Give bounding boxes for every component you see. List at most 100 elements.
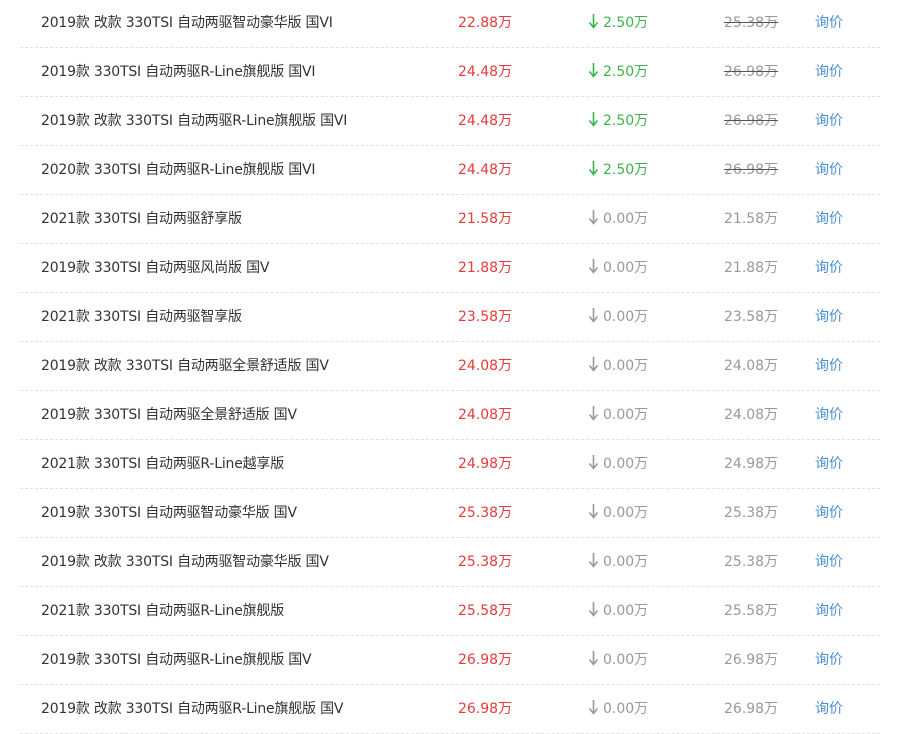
price-drop: 2.50万 [588,146,678,194]
model-name: 2021款 330TSI 自动两驱智享版 [41,309,242,325]
price-drop-amount: 2.50万 [603,64,649,80]
price-drop: 2.50万 [588,48,678,96]
inquire-price-link[interactable]: 询价 [815,97,855,145]
price-drop: 0.00万 [588,391,678,439]
model-name: 2021款 330TSI 自动两驱R-Line旗舰版 [41,603,285,619]
model-name: 2019款 改款 330TSI 自动两驱R-Line旗舰版 国VI [41,113,348,129]
dealer-price: 25.38万 [458,554,513,570]
dealer-price: 26.98万 [458,652,513,668]
arrow-down-icon [588,602,599,617]
inquire-price-link[interactable]: 询价 [815,636,855,684]
arrow-down-icon [588,63,599,78]
price-drop: 0.00万 [588,440,678,488]
inquire-price-link[interactable]: 询价 [815,391,855,439]
table-row: 2019款 改款 330TSI 自动两驱R-Line旗舰版 国VI 24.48万… [20,97,880,146]
inquire-price-link[interactable]: 询价 [815,195,855,243]
arrow-down-icon [588,553,599,568]
inquire-price-link[interactable]: 询价 [815,489,855,537]
guide-price: 26.98万 [724,701,779,717]
guide-price: 23.58万 [724,309,779,325]
price-drop-amount: 0.00万 [603,309,649,325]
model-name: 2019款 330TSI 自动两驱全景舒适版 国V [41,407,297,423]
table-row: 2019款 330TSI 自动两驱智动豪华版 国V 25.38万 0.00万 2… [20,489,880,538]
model-name: 2019款 330TSI 自动两驱风尚版 国V [41,260,270,276]
guide-price: 21.88万 [724,260,779,276]
inquire-price-link[interactable]: 询价 [815,244,855,292]
price-drop-amount: 0.00万 [603,505,649,521]
inquire-price-link[interactable]: 询价 [815,146,855,194]
price-drop: 0.00万 [588,587,678,635]
dealer-price: 25.58万 [458,603,513,619]
model-name: 2019款 330TSI 自动两驱R-Line旗舰版 国V [41,652,312,668]
dealer-price: 24.98万 [458,456,513,472]
model-name: 2019款 改款 330TSI 自动两驱全景舒适版 国V [41,358,329,374]
price-drop-amount: 0.00万 [603,456,649,472]
model-name: 2019款 改款 330TSI 自动两驱智动豪华版 国V [41,554,329,570]
price-drop-amount: 0.00万 [603,260,649,276]
price-drop: 2.50万 [588,0,678,47]
table-row: 2020款 330TSI 自动两驱R-Line旗舰版 国VI 24.48万 2.… [20,146,880,195]
guide-price: 26.98万 [724,113,779,129]
table-row: 2021款 330TSI 自动两驱智享版 23.58万 0.00万 23.58万… [20,293,880,342]
guide-price: 26.98万 [724,162,779,178]
guide-price: 24.08万 [724,358,779,374]
arrow-down-icon [588,406,599,421]
dealer-price: 24.48万 [458,113,513,129]
price-drop: 0.00万 [588,489,678,537]
arrow-down-icon [588,308,599,323]
dealer-price: 24.08万 [458,407,513,423]
model-name: 2020款 330TSI 自动两驱R-Line旗舰版 国VI [41,162,316,178]
inquire-price-link[interactable]: 询价 [815,587,855,635]
table-row: 2019款 330TSI 自动两驱全景舒适版 国V 24.08万 0.00万 2… [20,391,880,440]
table-row: 2019款 改款 330TSI 自动两驱智动豪华版 国V 25.38万 0.00… [20,538,880,587]
table-row: 2019款 改款 330TSI 自动两驱R-Line旗舰版 国V 26.98万 … [20,685,880,734]
price-drop-amount: 2.50万 [603,15,649,31]
model-name: 2021款 330TSI 自动两驱舒享版 [41,211,242,227]
dealer-price: 24.08万 [458,358,513,374]
arrow-down-icon [588,210,599,225]
arrow-down-icon [588,504,599,519]
price-drop-amount: 0.00万 [603,652,649,668]
price-drop-amount: 0.00万 [603,407,649,423]
price-drop-amount: 0.00万 [603,603,649,619]
inquire-price-link[interactable]: 询价 [815,342,855,390]
table-row: 2019款 330TSI 自动两驱R-Line旗舰版 国V 26.98万 0.0… [20,636,880,685]
inquire-price-link[interactable]: 询价 [815,293,855,341]
guide-price: 24.98万 [724,456,779,472]
guide-price: 25.58万 [724,603,779,619]
price-drop: 0.00万 [588,342,678,390]
inquire-price-link[interactable]: 询价 [815,538,855,586]
dealer-price: 21.88万 [458,260,513,276]
table-row: 2021款 330TSI 自动两驱R-Line越享版 24.98万 0.00万 … [20,440,880,489]
guide-price: 25.38万 [724,505,779,521]
price-drop: 0.00万 [588,293,678,341]
guide-price: 25.38万 [724,554,779,570]
inquire-price-link[interactable]: 询价 [815,48,855,96]
model-name: 2019款 改款 330TSI 自动两驱R-Line旗舰版 国V [41,701,344,717]
arrow-down-icon [588,112,599,127]
guide-price: 21.58万 [724,211,779,227]
table-row: 2019款 330TSI 自动两驱R-Line旗舰版 国VI 24.48万 2.… [20,48,880,97]
price-drop: 0.00万 [588,195,678,243]
price-drop: 0.00万 [588,538,678,586]
dealer-price: 21.58万 [458,211,513,227]
price-drop-amount: 2.50万 [603,162,649,178]
dealer-price: 24.48万 [458,64,513,80]
price-drop-amount: 0.00万 [603,701,649,717]
table-row: 2019款 330TSI 自动两驱风尚版 国V 21.88万 0.00万 21.… [20,244,880,293]
table-row: 2021款 330TSI 自动两驱R-Line旗舰版 25.58万 0.00万 … [20,587,880,636]
inquire-price-link[interactable]: 询价 [815,0,855,47]
inquire-price-link[interactable]: 询价 [815,685,855,733]
price-drop: 0.00万 [588,636,678,684]
dealer-price: 25.38万 [458,505,513,521]
price-drop: 0.00万 [588,685,678,733]
inquire-price-link[interactable]: 询价 [815,440,855,488]
arrow-down-icon [588,651,599,666]
model-name: 2021款 330TSI 自动两驱R-Line越享版 [41,456,285,472]
dealer-price: 22.88万 [458,15,513,31]
price-drop: 2.50万 [588,97,678,145]
dealer-price: 26.98万 [458,701,513,717]
model-price-table: 2019款 改款 330TSI 自动两驱智动豪华版 国VI 22.88万 2.5… [0,0,900,734]
dealer-price: 23.58万 [458,309,513,325]
model-name: 2019款 330TSI 自动两驱R-Line旗舰版 国VI [41,64,316,80]
